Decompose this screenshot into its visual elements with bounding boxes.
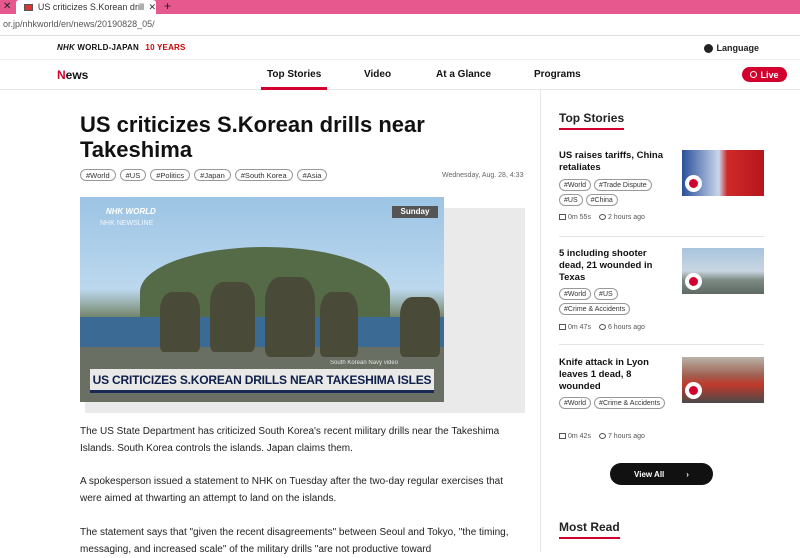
tag-japan[interactable]: #Japan: [194, 169, 231, 181]
story-thumbnail[interactable]: [682, 248, 764, 294]
story-title[interactable]: 5 including shooter dead, 21 wounded in …: [559, 248, 673, 284]
story-separator: [559, 344, 764, 345]
play-icon: [685, 175, 702, 192]
tag-south-korea[interactable]: #South Korea: [234, 169, 293, 181]
story-card[interactable]: 5 including shooter dead, 21 wounded in …: [559, 248, 769, 333]
play-icon: [685, 273, 702, 290]
video-soldier: [160, 292, 200, 352]
story-title[interactable]: Knife attack in Lyon leaves 1 dead, 8 wo…: [559, 357, 673, 393]
story-tag[interactable]: #World: [559, 397, 592, 409]
article-paragraph: The statement says that "given the recen…: [80, 527, 509, 555]
video-program: NHK NEWSLINE: [100, 220, 154, 227]
article-paragraph: The US State Department has criticized S…: [80, 426, 500, 454]
url-text: or.jp/nhkworld/en/news/20190828_05/: [3, 19, 155, 29]
story-tag[interactable]: #Trade Dispute: [594, 179, 652, 191]
live-icon: [750, 71, 758, 78]
clock-icon: [598, 324, 606, 331]
clock-icon: [598, 214, 606, 221]
story-tags: #World #Crime & Accidents: [559, 397, 674, 409]
story-meta: 0m 55s 2 hours ago: [559, 214, 645, 221]
story-card[interactable]: Knife attack in Lyon leaves 1 dead, 8 wo…: [559, 357, 769, 442]
article-tags: #World #US #Politics #Japan #South Korea…: [80, 169, 328, 181]
tag-us[interactable]: #US: [119, 169, 147, 181]
nav-at-a-glance[interactable]: At a Glance: [436, 69, 491, 80]
news-logo[interactable]: News: [57, 68, 88, 82]
video-soldier: [265, 277, 315, 357]
story-tags: #World #Trade Dispute #US #China: [559, 179, 674, 206]
tag-politics[interactable]: #Politics: [150, 169, 191, 181]
story-tag[interactable]: #Crime & Accidents: [559, 303, 631, 315]
browser-tab[interactable]: US criticizes S.Korean drills nea ✕: [16, 0, 156, 14]
video-logo: NHK WORLD: [106, 207, 156, 216]
story-tag[interactable]: #World: [559, 288, 592, 300]
browser-tab-strip: ✕ US criticizes S.Korean drills nea ✕ +: [0, 0, 800, 14]
video-player[interactable]: NHK WORLD NHK NEWSLINE Sunday South Kore…: [80, 197, 444, 402]
video-soldier: [400, 297, 440, 357]
story-meta: 0m 47s 6 hours ago: [559, 324, 645, 331]
video-soldier: [210, 282, 255, 352]
brand-bar: NHK WORLD-JAPAN 10 YEARS Language: [0, 36, 800, 60]
tag-world[interactable]: #World: [80, 169, 116, 181]
story-tag[interactable]: #Crime & Accidents: [594, 397, 666, 409]
video-duration-icon: [559, 324, 566, 331]
column-divider: [540, 90, 541, 552]
nhk-world-logo[interactable]: NHK WORLD-JAPAN 10 YEARS: [57, 43, 186, 52]
tab-title: US criticizes S.Korean drills nea: [37, 2, 145, 12]
story-tag[interactable]: #World: [559, 179, 592, 191]
language-button[interactable]: Language: [704, 43, 759, 53]
new-tab-icon[interactable]: +: [164, 0, 171, 13]
tab-close-icon[interactable]: ✕: [148, 2, 156, 13]
clock-icon: [598, 433, 606, 440]
article-headline: US criticizes S.Korean drills near Takes…: [80, 112, 425, 162]
address-bar[interactable]: or.jp/nhkworld/en/news/20190828_05/: [0, 14, 800, 36]
story-tag[interactable]: #China: [585, 194, 618, 206]
story-thumbnail[interactable]: [682, 357, 764, 403]
story-thumbnail[interactable]: [682, 150, 764, 196]
view-all-button[interactable]: View All ›: [610, 463, 713, 485]
video-caption: US CRITICIZES S.KOREAN DRILLS NEAR TAKES…: [90, 369, 434, 393]
flag-favicon-icon: [24, 3, 33, 11]
most-read-title: Most Read: [559, 520, 620, 539]
globe-icon: [704, 43, 714, 53]
story-tag[interactable]: #US: [594, 288, 618, 300]
chevron-right-icon: ›: [686, 469, 689, 479]
video-duration-icon: [559, 214, 566, 221]
main-nav: News Top Stories Video At a Glance Progr…: [0, 60, 800, 90]
video-credit: South Korean Navy video: [330, 360, 399, 366]
tag-asia[interactable]: #Asia: [296, 169, 328, 181]
story-title[interactable]: US raises tariffs, China retaliates: [559, 150, 673, 174]
close-icon[interactable]: ✕: [3, 0, 11, 13]
video-day-badge: Sunday: [392, 206, 438, 218]
play-icon: [685, 382, 702, 399]
story-separator: [559, 236, 764, 237]
video-soldier: [320, 292, 358, 357]
sidebar-top-stories-title: Top Stories: [559, 111, 625, 130]
story-meta: 0m 42s 7 hours ago: [559, 433, 645, 440]
nav-top-stories[interactable]: Top Stories: [260, 69, 328, 90]
story-card[interactable]: US raises tariffs, China retaliates #Wor…: [559, 150, 769, 230]
story-tag[interactable]: #US: [559, 194, 583, 206]
article-paragraph: A spokesperson issued a statement to NHK…: [80, 476, 504, 504]
nav-programs[interactable]: Programs: [534, 69, 581, 80]
nav-video[interactable]: Video: [364, 69, 391, 80]
live-button[interactable]: Live: [742, 67, 787, 82]
article-date: Wednesday, Aug. 28, 4:33: [442, 172, 524, 179]
story-tags: #World #US #Crime & Accidents: [559, 288, 674, 315]
video-duration-icon: [559, 433, 566, 440]
